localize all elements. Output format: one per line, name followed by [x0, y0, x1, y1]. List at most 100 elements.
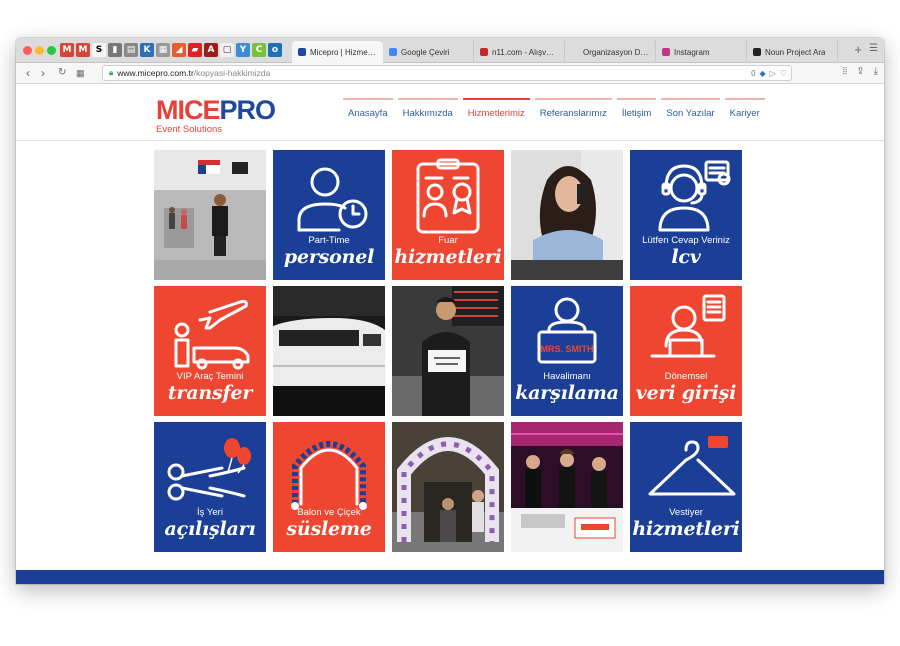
browser-tab[interactable]: Micepro | Hizmetlerimiz	[292, 41, 383, 63]
url-host: www.micepro.com.tr	[117, 68, 194, 78]
k-pinned-icon[interactable]: K	[140, 43, 154, 57]
reload-icon[interactable]: ↻	[58, 65, 66, 81]
tab-label: Instagram	[674, 47, 710, 57]
nav-label: İletişim	[621, 108, 652, 119]
send-icon[interactable]: ▷	[770, 67, 776, 81]
service-tile[interactable]: Balon ve Çiçek süsleme	[273, 422, 385, 552]
screenshot-stage: M M S ▮ ▤ K ▦ ◢ ▰ A ▢ Y C o Micepro | Hi…	[0, 0, 900, 646]
service-subtitle: Balon ve Çiçek	[297, 507, 361, 518]
nav-item[interactable]: Kariyer	[724, 98, 765, 119]
tab-label: n11.com - Alışverişin Uğ	[492, 47, 558, 57]
service-photo-tile[interactable]	[511, 150, 623, 280]
tab-menu-icon[interactable]: ☰	[869, 43, 878, 54]
service-subtitle: Lütfen Cevap Veriniz	[642, 235, 730, 246]
new-tab-button[interactable]: +	[854, 42, 862, 57]
browser-toolbar: ‹ › ↻ ▦ 🔒︎ www.micepro.com.tr/kopyasi-ha…	[16, 63, 884, 84]
service-photo-tile[interactable]	[392, 422, 504, 552]
grid-pinned-icon[interactable]: ▦	[156, 43, 170, 57]
shield-icon[interactable]: ◆	[760, 67, 766, 81]
doc-pinned-icon[interactable]: ▮	[108, 43, 122, 57]
outlook-pinned-icon[interactable]: o	[268, 43, 282, 57]
service-subtitle: İş Yeri	[197, 507, 223, 518]
nav-item[interactable]: Hakkımızda	[397, 98, 458, 119]
browser-window: M M S ▮ ▤ K ▦ ◢ ▰ A ▢ Y C o Micepro | Hi…	[16, 38, 884, 584]
tab-label: Micepro | Hizmetlerimiz	[310, 47, 377, 57]
service-title: lcv	[671, 246, 701, 268]
service-title: veri girişi	[635, 382, 737, 404]
webpage: MICEPRO Event Solutions Anasayfa Hakkımız…	[16, 84, 884, 584]
service-photo-tile[interactable]	[154, 150, 266, 280]
photo-phone-operator	[511, 150, 623, 280]
photo-cloakroom-staff	[511, 422, 623, 552]
footer-bar	[16, 570, 884, 584]
tab-list: Micepro | Hizmetlerimiz Google Çeviri n11.…	[292, 41, 838, 63]
service-subtitle: Vestiyer	[669, 507, 703, 518]
heart-icon[interactable]: ♡	[780, 67, 787, 81]
adobe-pinned-icon[interactable]: A	[204, 43, 218, 57]
browser-tab[interactable]: Noun Project Ara	[747, 41, 838, 63]
service-title: karşılama	[515, 382, 619, 404]
photo-exhibition-hostess	[154, 150, 266, 280]
photo-airport-greeter	[392, 286, 504, 416]
service-tile[interactable]: VIP Araç Temini transfer	[154, 286, 266, 416]
file-pinned-icon[interactable]: ▤	[124, 43, 138, 57]
service-subtitle: VIP Araç Temini	[176, 371, 244, 382]
nav-label: Anasayfa	[348, 108, 388, 119]
service-tile[interactable]: Fuar hizmetleri	[392, 150, 504, 280]
site-logo[interactable]: MICEPRO Event Solutions	[156, 95, 276, 136]
service-tile[interactable]: Dönemsel veri girişi	[630, 286, 742, 416]
pdf-pinned-icon[interactable]: ▰	[188, 43, 202, 57]
service-tile[interactable]: MRS. SMITH Havalimanı karşılama	[511, 286, 623, 416]
browser-tab[interactable]: Instagram	[656, 41, 747, 63]
url-path: /kopyasi-hakkimizda	[193, 68, 271, 78]
toolbar-right: ⦙⦙ ⇪ ⤓	[843, 66, 878, 77]
forward-arrow-icon[interactable]: ›	[41, 65, 45, 81]
favicon-icon	[298, 48, 306, 56]
counter-badge[interactable]: 0	[751, 67, 755, 81]
nav-item[interactable]: Hizmetlerimiz	[462, 98, 530, 119]
service-tile[interactable]: Vestiyer hizmetleri	[630, 422, 742, 552]
tabs-grid-icon[interactable]: ▦	[76, 65, 85, 81]
service-photo-tile[interactable]	[273, 286, 385, 416]
service-photo-tile[interactable]	[511, 422, 623, 552]
s-pinned-icon[interactable]: S	[92, 43, 106, 57]
extensions-icon[interactable]: ⦙⦙	[843, 66, 847, 77]
logo-subtitle: Event Solutions	[156, 124, 223, 135]
download-icon[interactable]: ⤓	[874, 66, 878, 77]
gmail-pinned-icon[interactable]: M	[60, 43, 74, 57]
nav-label: Son Yazılar	[666, 108, 715, 119]
browser-tab[interactable]: Google Çeviri	[383, 41, 474, 63]
service-subtitle: Havalimanı	[543, 371, 591, 382]
service-tile[interactable]: İş Yeri açılışları	[154, 422, 266, 552]
c-pinned-icon[interactable]: C	[252, 43, 266, 57]
nav-label: Referanslarımız	[539, 108, 607, 119]
doc-pinned-icon[interactable]: ▢	[220, 43, 234, 57]
share-icon[interactable]: ⇪	[856, 66, 864, 77]
nav-item[interactable]: Son Yazılar	[661, 98, 720, 119]
tab-strip: M M S ▮ ▤ K ▦ ◢ ▰ A ▢ Y C o Micepro | Hi…	[16, 38, 884, 63]
nav-item[interactable]: İletişim	[616, 98, 657, 119]
service-subtitle: Part-Time	[308, 235, 350, 246]
service-title: süsleme	[286, 518, 372, 540]
back-arrow-icon[interactable]: ‹	[26, 65, 30, 81]
nav-item[interactable]: Referanslarımız	[534, 98, 612, 119]
nav-item[interactable]: Anasayfa	[343, 98, 393, 119]
address-bar[interactable]: 🔒︎ www.micepro.com.tr/kopyasi-hakkimizda…	[102, 65, 792, 81]
browser-tab[interactable]: Organizasyon Destek	[565, 41, 656, 63]
chart-pinned-icon[interactable]: ◢	[172, 43, 186, 57]
service-tile[interactable]: Lütfen Cevap Veriniz lcv	[630, 150, 742, 280]
header-divider	[16, 140, 884, 141]
service-photo-tile[interactable]	[392, 286, 504, 416]
y-pinned-icon[interactable]: Y	[236, 43, 250, 57]
service-tile[interactable]: Part-Time personel	[273, 150, 385, 280]
gmail-pinned-icon[interactable]: M	[76, 43, 90, 57]
service-subtitle: Fuar	[438, 235, 458, 246]
nav-label: Hizmetlerimiz	[467, 108, 525, 119]
close-window-button[interactable]	[23, 46, 32, 55]
maximize-window-button[interactable]	[47, 46, 56, 55]
browser-tab[interactable]: n11.com - Alışverişin Uğ	[474, 41, 565, 63]
favicon-icon	[480, 48, 488, 56]
logo-mice: MICE	[156, 95, 220, 125]
minimize-window-button[interactable]	[35, 46, 44, 55]
service-title: açılışları	[164, 518, 256, 540]
